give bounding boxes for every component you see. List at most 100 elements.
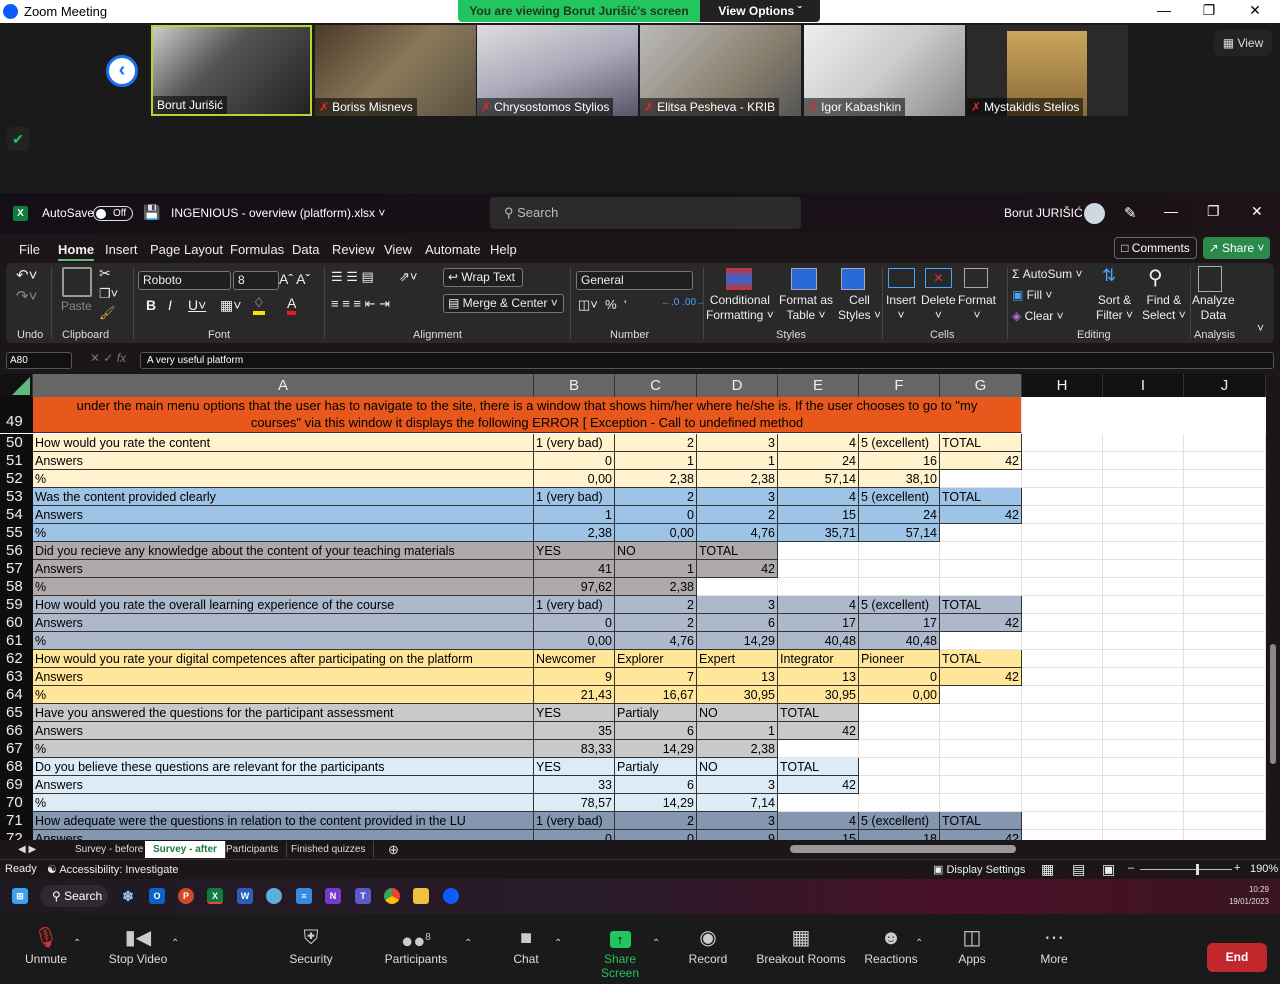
teams-icon[interactable]: T [355, 888, 371, 904]
empty-cell[interactable] [1103, 686, 1184, 704]
pen-icon[interactable]: ✎ [1124, 204, 1137, 222]
empty-cell[interactable] [1022, 560, 1103, 578]
value-cell[interactable]: 4,76 [615, 632, 697, 650]
formula-input[interactable]: A very useful platform [140, 352, 1274, 369]
restore-button[interactable]: ❐ [1194, 2, 1224, 19]
scroll-thumb[interactable] [1270, 644, 1276, 764]
empty-cell[interactable] [1103, 704, 1184, 722]
share-screen-button[interactable]: ↑ Share Screen [584, 914, 656, 980]
question-cell[interactable]: Answers [33, 776, 534, 794]
value-cell[interactable]: 13 [697, 668, 778, 686]
format-as-table-button[interactable]: Format as Table ˅ [779, 293, 833, 323]
value-cell[interactable] [940, 524, 1022, 542]
value-cell[interactable]: 0,00 [534, 632, 615, 650]
security-button[interactable]: ⛨ Security [285, 914, 337, 966]
column-header-d[interactable]: D [697, 374, 778, 397]
value-cell[interactable]: 7 [615, 668, 697, 686]
reactions-options-caret[interactable]: ⌃ [915, 938, 923, 949]
value-cell[interactable]: YES [534, 758, 615, 776]
value-cell[interactable] [940, 722, 1022, 740]
value-cell[interactable]: 3 [697, 776, 778, 794]
share-button[interactable]: ↗ Share ˅ [1203, 237, 1270, 259]
empty-cell[interactable] [1184, 488, 1266, 506]
value-cell[interactable]: 1 (very bad) [534, 488, 615, 506]
value-cell[interactable]: 14,29 [615, 794, 697, 812]
question-cell[interactable]: How would you rate the content [33, 434, 534, 452]
empty-cell[interactable] [1103, 812, 1184, 830]
question-cell[interactable]: How would you rate the overall learning … [33, 596, 534, 614]
value-cell[interactable]: 2,38 [697, 740, 778, 758]
user-avatar[interactable] [1084, 203, 1105, 224]
value-cell[interactable]: 42 [697, 560, 778, 578]
value-cell[interactable]: TOTAL [940, 596, 1022, 614]
question-cell[interactable]: Answers [33, 668, 534, 686]
underline-button[interactable]: U˅ [188, 297, 206, 313]
tab-view[interactable]: View [384, 242, 412, 257]
add-sheet-button[interactable]: ⊕ [380, 841, 407, 858]
empty-cell[interactable] [1022, 668, 1103, 686]
empty-cell[interactable] [1022, 632, 1103, 650]
value-cell[interactable] [697, 578, 778, 596]
value-cell[interactable] [778, 560, 859, 578]
question-cell[interactable]: % [33, 470, 534, 488]
question-cell[interactable]: % [33, 632, 534, 650]
empty-cell[interactable] [1022, 596, 1103, 614]
video-tile[interactable]: ✗ Mystakidis Stelios [967, 25, 1128, 116]
empty-cell[interactable] [1184, 758, 1266, 776]
question-cell[interactable]: How adequate were the questions in relat… [33, 812, 534, 830]
video-tile[interactable]: Borut Jurišić [151, 25, 312, 116]
value-cell[interactable] [940, 776, 1022, 794]
view-button[interactable]: ▦ View [1214, 30, 1272, 56]
value-cell[interactable] [859, 560, 940, 578]
empty-cell[interactable] [1022, 488, 1103, 506]
participants-options-caret[interactable]: ⌃ [464, 938, 472, 949]
value-cell[interactable] [859, 542, 940, 560]
value-cell[interactable] [940, 794, 1022, 812]
value-cell[interactable]: 2 [615, 812, 697, 830]
number-format-dropdown[interactable]: General [576, 271, 693, 290]
empty-cell[interactable] [1022, 614, 1103, 632]
copy-icon[interactable]: ❐˅ [99, 286, 118, 302]
question-cell[interactable]: % [33, 578, 534, 596]
autosum-button[interactable]: Σ AutoSum ˅ [1012, 267, 1082, 281]
question-cell[interactable]: % [33, 524, 534, 542]
undo-button[interactable]: ↶˅ [16, 266, 37, 284]
empty-cell[interactable] [1103, 578, 1184, 596]
value-cell[interactable]: 1 [697, 722, 778, 740]
value-cell[interactable]: 42 [940, 452, 1022, 470]
video-tile[interactable]: ✗ Boriss Misnevs [315, 25, 476, 116]
value-cell[interactable]: TOTAL [940, 650, 1022, 668]
accounting-format-icon[interactable]: ◫˅ % ‘ [578, 297, 627, 313]
sort-filter-button[interactable]: Sort & Filter ˅ [1096, 293, 1133, 323]
close-button[interactable]: ✕ [1251, 203, 1263, 220]
empty-cell[interactable] [1103, 830, 1184, 840]
value-cell[interactable]: 35 [534, 722, 615, 740]
value-cell[interactable]: NO [697, 704, 778, 722]
value-cell[interactable]: 9 [697, 830, 778, 840]
cut-icon[interactable]: ✂ [99, 265, 111, 282]
unmute-button[interactable]: 🎙 Unmute [20, 914, 72, 966]
empty-cell[interactable] [1022, 578, 1103, 596]
question-cell[interactable]: Answers [33, 452, 534, 470]
value-cell[interactable]: 2 [615, 614, 697, 632]
value-cell[interactable] [859, 740, 940, 758]
sheet-nav-arrows[interactable]: ◀ ▶ [10, 841, 44, 858]
value-cell[interactable]: 1 (very bad) [534, 434, 615, 452]
zoom-taskbar-icon[interactable] [443, 888, 459, 904]
value-cell[interactable]: 7,14 [697, 794, 778, 812]
value-cell[interactable] [859, 776, 940, 794]
page-layout-view-icon[interactable]: ▤ [1072, 861, 1085, 878]
cell-styles-button[interactable]: Cell Styles ˅ [838, 293, 881, 323]
value-cell[interactable] [778, 578, 859, 596]
breakout-rooms-button[interactable]: ▦ Breakout Rooms [756, 914, 846, 966]
value-cell[interactable]: 5 (excellent) [859, 596, 940, 614]
value-cell[interactable]: NO [615, 542, 697, 560]
column-header-j[interactable]: J [1184, 374, 1266, 397]
more-button[interactable]: ⋯ More [1034, 914, 1074, 966]
value-cell[interactable]: 3 [697, 488, 778, 506]
empty-cell[interactable] [1022, 812, 1103, 830]
empty-cell[interactable] [1184, 650, 1266, 668]
horizontal-scrollbar[interactable] [790, 845, 1016, 853]
minimize-button[interactable]: — [1149, 2, 1179, 18]
value-cell[interactable] [940, 704, 1022, 722]
